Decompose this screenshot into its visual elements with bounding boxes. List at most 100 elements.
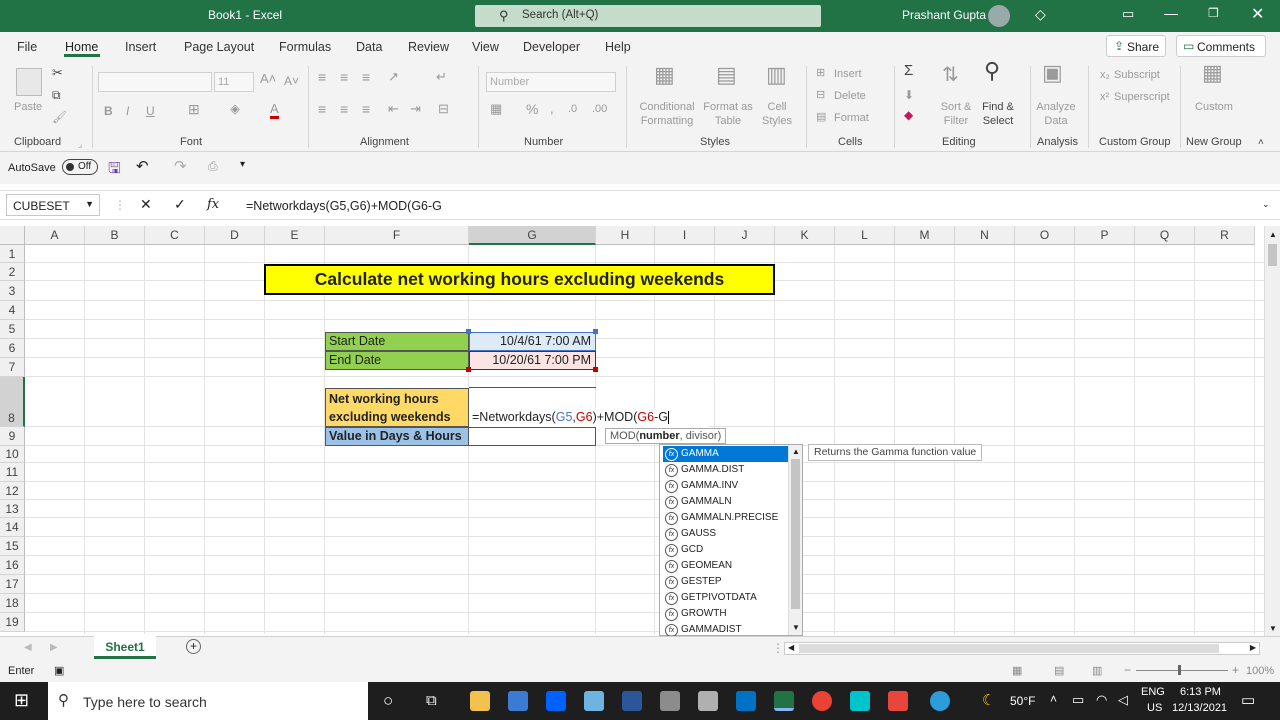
- range-handle[interactable]: [593, 329, 598, 334]
- comma-icon[interactable]: ,: [550, 102, 554, 116]
- grow-font-icon[interactable]: A˄: [260, 72, 276, 86]
- end-date-label[interactable]: End Date: [325, 351, 469, 370]
- scrollbar[interactable]: ▲ ▼: [788, 445, 802, 635]
- enter-icon[interactable]: ✓: [174, 196, 186, 213]
- share-button[interactable]: ⇪ Share: [1106, 35, 1166, 57]
- notification-icon[interactable]: ▭: [1241, 691, 1255, 709]
- app-icon[interactable]: [660, 691, 680, 711]
- scroll-down-icon[interactable]: ▼: [1269, 624, 1277, 633]
- word-icon[interactable]: [622, 691, 642, 711]
- autocomplete-item[interactable]: fx GAMMA.DIST: [663, 462, 788, 478]
- weather-temp[interactable]: 50°F: [1010, 694, 1035, 708]
- row-header[interactable]: 2: [0, 263, 25, 281]
- diamond-icon[interactable]: ◇: [1035, 6, 1046, 23]
- next-sheet-icon[interactable]: ▶: [50, 642, 58, 653]
- accessibility-icon[interactable]: ▣: [54, 664, 64, 677]
- outlook-icon[interactable]: [736, 691, 756, 711]
- bold-icon[interactable]: B: [104, 104, 113, 118]
- net-hours-label[interactable]: Net working hours excluding weekends: [325, 388, 469, 427]
- cut-icon[interactable]: ✂: [52, 66, 63, 80]
- decrease-indent-icon[interactable]: ⇤: [388, 102, 399, 116]
- close-icon[interactable]: ✕: [1251, 4, 1264, 24]
- excel-icon[interactable]: [774, 691, 794, 711]
- row-header[interactable]: 17: [0, 575, 25, 594]
- column-header[interactable]: G: [469, 226, 596, 245]
- normal-view-icon[interactable]: ▦: [1012, 664, 1022, 677]
- insert-function-icon[interactable]: fx: [207, 197, 219, 212]
- autocomplete-item[interactable]: fx GEOMEAN: [663, 558, 788, 574]
- user-name[interactable]: Prashant Gupta: [902, 8, 986, 22]
- tab-review[interactable]: Review: [408, 40, 449, 54]
- analyze-data-button[interactable]: Analyze Data: [1034, 100, 1078, 128]
- column-header[interactable]: A: [25, 226, 85, 245]
- row-header[interactable]: 13: [0, 500, 25, 518]
- row-header[interactable]: 7: [0, 358, 25, 377]
- align-bottom-icon[interactable]: ≡: [362, 70, 370, 84]
- scroll-thumb[interactable]: [1268, 244, 1277, 266]
- align-center-icon[interactable]: ≡: [340, 102, 348, 116]
- collapse-ribbon-icon[interactable]: ˄: [1258, 136, 1264, 150]
- clock-date[interactable]: 12/13/2021: [1172, 702, 1227, 714]
- decrease-decimal-icon[interactable]: .00: [592, 102, 607, 116]
- row-header[interactable]: 8: [0, 377, 25, 427]
- add-sheet-icon[interactable]: +: [186, 639, 201, 654]
- sheet-tab-sheet1[interactable]: Sheet1: [94, 636, 156, 659]
- clipboard-launcher-icon[interactable]: ⌟: [78, 137, 82, 151]
- orientation-icon[interactable]: ↗: [388, 70, 399, 84]
- column-header[interactable]: L: [835, 226, 895, 245]
- superscript-button[interactable]: Superscript: [1114, 90, 1170, 104]
- row-header[interactable]: 5: [0, 320, 25, 339]
- region[interactable]: US: [1147, 702, 1162, 714]
- column-header[interactable]: E: [265, 226, 325, 245]
- active-cell-editor[interactable]: =Networkdays(G5,G6)+MOD(G6-G: [469, 408, 709, 428]
- restore-icon[interactable]: ❐: [1208, 6, 1219, 20]
- page-break-view-icon[interactable]: ▥: [1092, 664, 1102, 677]
- cancel-icon[interactable]: ✕: [140, 196, 152, 213]
- tab-file[interactable]: File: [17, 40, 37, 54]
- column-header[interactable]: D: [205, 226, 265, 245]
- function-autocomplete-list[interactable]: fx GAMMA fx GAMMA.DIST fx GAMMA.INV fx GAMMALN f…: [659, 444, 803, 637]
- formula-input[interactable]: =Networkdays(G5,G6)+MOD(G6-G: [246, 199, 442, 213]
- row-header[interactable]: 18: [0, 594, 25, 613]
- insert-cells-button[interactable]: Insert: [834, 67, 862, 81]
- align-left-icon[interactable]: ≡: [318, 102, 326, 116]
- tab-formulas[interactable]: Formulas: [279, 40, 331, 54]
- paste-icon[interactable]: [16, 68, 42, 96]
- help-icon[interactable]: [930, 691, 950, 711]
- start-date-value[interactable]: 10/4/61 7:00 AM: [469, 332, 596, 351]
- shrink-font-icon[interactable]: A˅: [284, 74, 299, 88]
- canva-icon[interactable]: [850, 691, 870, 711]
- tab-view[interactable]: View: [472, 40, 499, 54]
- print-icon[interactable]: ⎙: [208, 159, 218, 174]
- clear-icon[interactable]: ◆: [904, 108, 913, 122]
- range-handle[interactable]: [466, 329, 471, 334]
- scroll-thumb[interactable]: [791, 459, 800, 609]
- app-icon[interactable]: [584, 691, 604, 711]
- autocomplete-item[interactable]: fx GAMMALN: [663, 494, 788, 510]
- scroll-up-icon[interactable]: ▲: [1269, 230, 1277, 239]
- italic-icon[interactable]: I: [126, 104, 129, 118]
- prev-sheet-icon[interactable]: ◀: [24, 642, 32, 653]
- horizontal-scrollbar[interactable]: ◀ ▶: [784, 642, 1260, 655]
- sort-filter-button[interactable]: Sort & Filter: [936, 100, 976, 128]
- column-header[interactable]: I: [655, 226, 715, 245]
- row-header[interactable]: 10: [0, 446, 25, 463]
- format-as-table-button[interactable]: Format as Table: [700, 100, 756, 128]
- autocomplete-item[interactable]: fx GCD: [663, 542, 788, 558]
- row-header[interactable]: 9: [0, 427, 25, 446]
- zoom-out-icon[interactable]: −: [1124, 663, 1131, 677]
- tab-split-icon[interactable]: ⋮: [772, 641, 784, 655]
- increase-indent-icon[interactable]: ⇥: [410, 102, 421, 116]
- zoom-slider-thumb[interactable]: [1178, 665, 1181, 675]
- number-format-select[interactable]: Number: [486, 72, 616, 92]
- select-all-corner[interactable]: [0, 226, 25, 245]
- dropbox-icon[interactable]: [546, 691, 566, 711]
- store-icon[interactable]: [508, 691, 528, 711]
- cell-styles-button[interactable]: Cell Styles: [754, 100, 800, 128]
- tab-insert[interactable]: Insert: [125, 40, 156, 54]
- column-header[interactable]: Q: [1135, 226, 1195, 245]
- autocomplete-item[interactable]: fx GAMMA.INV: [663, 478, 788, 494]
- redo-icon[interactable]: ↷: [174, 157, 187, 175]
- language[interactable]: ENG: [1141, 686, 1165, 698]
- tray-chevron-icon[interactable]: ˄: [1050, 692, 1057, 706]
